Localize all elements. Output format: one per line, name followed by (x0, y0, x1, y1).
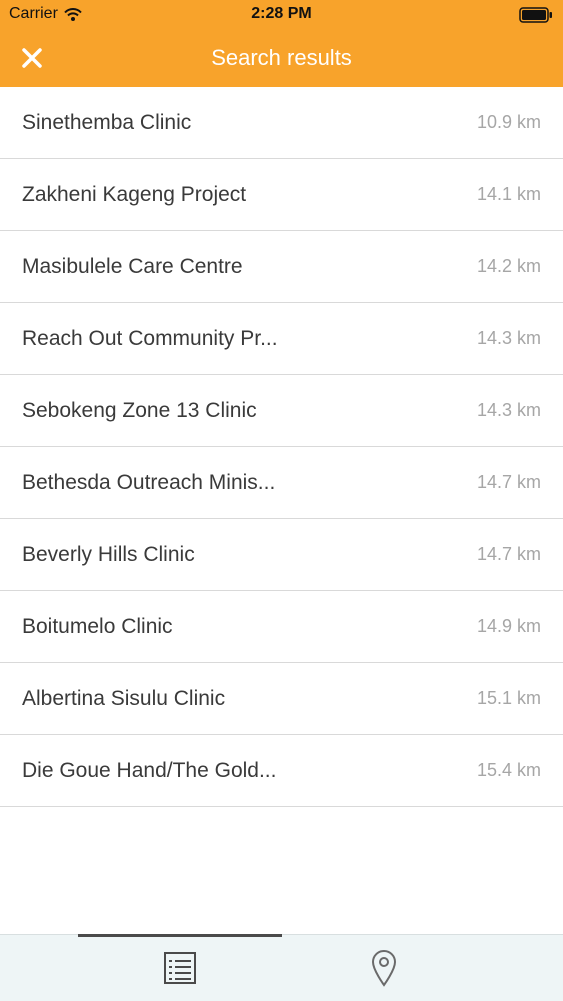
result-distance: 14.7 km (476, 472, 541, 492)
result-name: Reach Out Community Pr... (22, 326, 278, 350)
result-name: Beverly Hills Clinic (22, 542, 195, 566)
map-pin-icon (371, 950, 397, 987)
result-distance: 15.4 km (476, 760, 541, 780)
result-name: Die Goue Hand/The Gold... (22, 758, 277, 782)
results-list: Sinethemba Clinic 10.9 km Zakheni Kageng… (0, 87, 563, 807)
list-item[interactable]: Sinethemba Clinic 10.9 km (0, 87, 563, 159)
list-item[interactable]: Zakheni Kageng Project 14.1 km (0, 159, 563, 231)
list-item[interactable]: Boitumelo Clinic 14.9 km (0, 591, 563, 663)
nav-header: Search results (0, 28, 563, 87)
result-name: Albertina Sisulu Clinic (22, 686, 226, 710)
status-time: 2:28 PM (251, 5, 312, 22)
page-title: Search results (211, 45, 352, 70)
list-item[interactable]: Masibulele Care Centre 14.2 km (0, 231, 563, 303)
list-item[interactable]: Albertina Sisulu Clinic 15.1 km (0, 663, 563, 735)
list-item[interactable]: Beverly Hills Clinic 14.7 km (0, 519, 563, 591)
result-name: Sebokeng Zone 13 Clinic (22, 398, 257, 422)
result-distance: 14.9 km (476, 616, 541, 636)
result-distance: 10.9 km (476, 112, 541, 132)
status-bar: Carrier 2:28 PM (0, 0, 563, 28)
list-icon (164, 952, 196, 984)
result-name: Sinethemba Clinic (22, 110, 192, 134)
tab-bar (0, 934, 563, 1001)
tab-map[interactable] (282, 935, 486, 1001)
result-distance: 14.3 km (476, 328, 541, 348)
result-distance: 14.1 km (476, 184, 541, 204)
result-name: Masibulele Care Centre (22, 254, 243, 278)
result-name: Bethesda Outreach Minis... (22, 470, 276, 494)
result-distance: 15.1 km (476, 688, 541, 708)
result-name: Boitumelo Clinic (22, 614, 173, 638)
tab-list[interactable] (78, 935, 282, 1001)
result-distance: 14.2 km (476, 256, 541, 276)
list-item[interactable]: Reach Out Community Pr... 14.3 km (0, 303, 563, 375)
list-item[interactable]: Sebokeng Zone 13 Clinic 14.3 km (0, 375, 563, 447)
battery-icon (519, 7, 552, 23)
result-name: Zakheni Kageng Project (22, 182, 247, 206)
result-distance: 14.7 km (476, 544, 541, 564)
result-distance: 14.3 km (476, 400, 541, 420)
list-item[interactable]: Bethesda Outreach Minis... 14.7 km (0, 447, 563, 519)
list-item[interactable]: Die Goue Hand/The Gold... 15.4 km (0, 735, 563, 807)
